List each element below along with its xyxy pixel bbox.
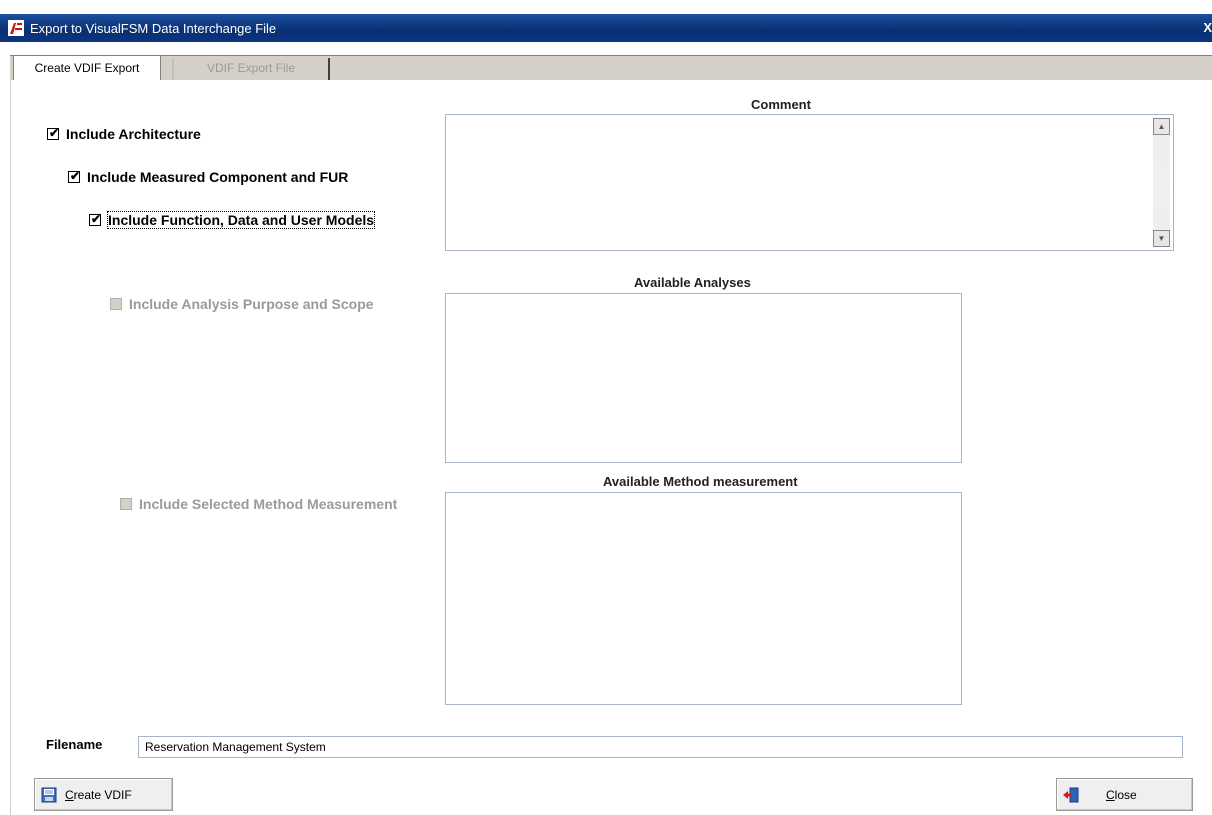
comment-header: Comment xyxy=(751,97,811,112)
scroll-up-icon[interactable]: ▲ xyxy=(1153,118,1170,135)
filename-label: Filename xyxy=(46,737,103,752)
include-function-models-label: Include Function, Data and User Models xyxy=(106,211,376,229)
available-method-list[interactable] xyxy=(445,492,962,705)
available-method-header: Available Method measurement xyxy=(603,474,798,489)
save-document-icon xyxy=(41,787,57,803)
check-icon: ✔ xyxy=(49,126,60,140)
tab-create-vdif-export[interactable]: Create VDIF Export xyxy=(13,55,161,81)
include-selected-method-label: Include Selected Method Measurement xyxy=(139,496,398,512)
available-analyses-header: Available Analyses xyxy=(634,275,751,290)
include-measured-component-label: Include Measured Component and FUR xyxy=(87,169,349,185)
check-icon: ✔ xyxy=(70,169,81,183)
checkbox-box[interactable]: ✔ xyxy=(47,126,60,140)
create-vdif-label: Create VDIF xyxy=(65,788,132,802)
create-vdif-button[interactable]: Create VDIF xyxy=(34,778,173,811)
checkbox-box[interactable]: ✔ xyxy=(89,212,102,226)
title-bar[interactable]: Export to VisualFSM Data Interchange Fil… xyxy=(0,14,1212,42)
comment-textarea[interactable]: ▲ ▼ xyxy=(445,114,1174,251)
checkbox-box[interactable] xyxy=(120,498,132,510)
exit-door-icon xyxy=(1062,787,1079,803)
close-window-icon[interactable]: X xyxy=(1203,20,1212,35)
include-architecture-label: Include Architecture xyxy=(66,126,201,142)
close-label: Close xyxy=(1106,788,1137,802)
check-icon: ✔ xyxy=(91,212,102,226)
checkbox-box[interactable] xyxy=(110,298,122,310)
comment-scrollbar[interactable]: ▲ ▼ xyxy=(1153,118,1170,247)
available-analyses-list[interactable] xyxy=(445,293,962,463)
window-title: Export to VisualFSM Data Interchange Fil… xyxy=(30,21,277,36)
checkbox-box[interactable]: ✔ xyxy=(68,169,81,183)
filename-input[interactable] xyxy=(138,736,1183,758)
tab-vdif-export-file[interactable]: VDIF Export File xyxy=(172,58,330,80)
include-analysis-purpose-label: Include Analysis Purpose and Scope xyxy=(129,296,374,312)
scroll-down-icon[interactable]: ▼ xyxy=(1153,230,1170,247)
app-icon xyxy=(8,20,24,36)
close-button[interactable]: Close xyxy=(1056,778,1193,811)
